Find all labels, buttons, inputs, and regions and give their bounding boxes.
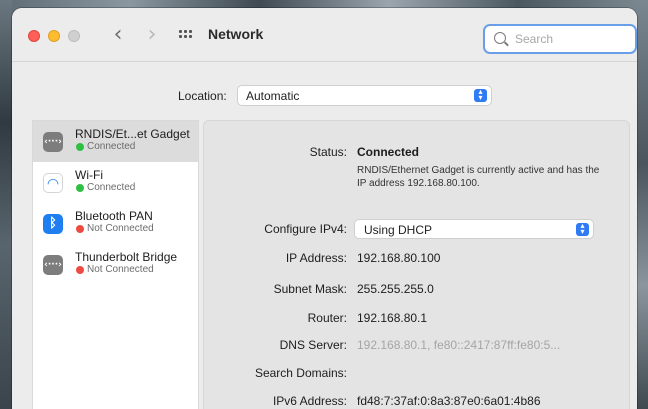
- title-bar: ‹ › Network Search: [12, 8, 637, 62]
- configure-ipv4-select[interactable]: Using DHCP ▴ ▾: [354, 219, 594, 239]
- minimize-button[interactable]: [48, 30, 60, 42]
- ipv6-address-value: fd48:7:37af:0:8a3:87e0:6a01:4b86: [357, 394, 541, 408]
- location-select[interactable]: Automatic ▴ ▾: [237, 85, 492, 106]
- service-item-rndis[interactable]: ‹···› RNDIS/Et...et Gadget Connected: [33, 121, 198, 162]
- dns-server-value: 192.168.80.1, fe80::2417:87ff:fe80:5...: [357, 338, 561, 352]
- details-panel: Status: Connected RNDIS/Ethernet Gadget …: [203, 120, 630, 409]
- back-button[interactable]: ‹: [109, 23, 127, 47]
- service-status: Connected: [87, 141, 136, 152]
- service-item-wifi[interactable]: ◠ Wi-Fi Connected: [33, 162, 198, 203]
- service-status: Not Connected: [87, 264, 154, 275]
- status-dot: [76, 266, 84, 274]
- service-status: Not Connected: [87, 223, 154, 234]
- dns-server-label: DNS Server:: [279, 338, 347, 352]
- service-item-thunderbolt-bridge[interactable]: ‹···› Thunderbolt Bridge Not Connected: [33, 244, 198, 285]
- service-status: Connected: [87, 182, 136, 193]
- ethernet-icon: ‹···›: [43, 132, 63, 152]
- router-label: Router:: [307, 311, 347, 325]
- close-button[interactable]: [28, 30, 40, 42]
- service-name: Bluetooth PAN: [75, 209, 153, 223]
- search-field[interactable]: Search: [483, 24, 637, 54]
- status-dot: [76, 225, 84, 233]
- forward-button[interactable]: ›: [143, 23, 161, 47]
- service-list: ‹···› RNDIS/Et...et Gadget Connected ◠ W…: [32, 120, 199, 409]
- service-name: Thunderbolt Bridge: [75, 250, 178, 264]
- location-chevron-icon: ▴ ▾: [474, 88, 487, 102]
- ip-address-value: 192.168.80.100: [357, 251, 441, 265]
- search-domains-label: Search Domains:: [254, 366, 347, 380]
- status-value: Connected: [357, 145, 420, 159]
- configure-ipv4-label: Configure IPv4:: [264, 222, 347, 236]
- service-item-bluetooth-pan[interactable]: ᛒ Bluetooth PAN Not Connected: [33, 203, 198, 244]
- status-label: Status:: [309, 145, 347, 159]
- desktop-background-left: [0, 0, 12, 409]
- ethernet-icon: ‹···›: [43, 255, 63, 275]
- window-title: Network: [208, 26, 264, 42]
- service-name: RNDIS/Et...et Gadget: [75, 127, 190, 141]
- wifi-icon: ◠: [43, 173, 63, 193]
- ipv6-address-label: IPv6 Address:: [272, 394, 347, 408]
- ip-address-label: IP Address:: [285, 251, 347, 265]
- subnet-mask-label: Subnet Mask:: [273, 282, 347, 296]
- router-value: 192.168.80.1: [357, 311, 428, 325]
- zoom-button[interactable]: [68, 30, 80, 42]
- status-dot: [76, 184, 84, 192]
- network-preferences-window: ‹ › Network Search Location: Automatic ▴…: [12, 8, 637, 409]
- bluetooth-icon: ᛒ: [43, 214, 63, 234]
- subnet-mask-value: 255.255.255.0: [357, 282, 434, 296]
- search-placeholder: Search: [515, 32, 554, 46]
- configure-ipv4-value: Using DHCP: [364, 223, 433, 237]
- search-icon: [494, 32, 506, 44]
- location-label: Location:: [178, 89, 227, 103]
- ipv4-chevron-icon: ▴ ▾: [576, 222, 589, 236]
- location-value: Automatic: [246, 89, 300, 103]
- service-name: Wi-Fi: [75, 168, 103, 182]
- show-all-grid-icon[interactable]: [179, 30, 193, 40]
- status-dot: [76, 143, 84, 151]
- status-description: RNDIS/Ethernet Gadget is currently activ…: [357, 165, 600, 189]
